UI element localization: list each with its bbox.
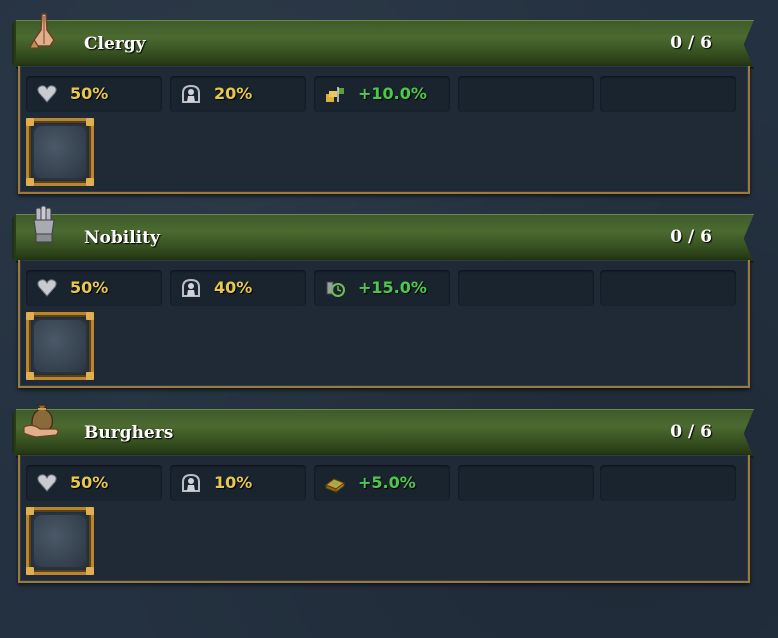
frame-corner bbox=[26, 118, 34, 126]
estate-name: Burghers bbox=[84, 423, 174, 443]
influence-icon bbox=[180, 278, 202, 298]
estate-body: 50% 20% +10.0% bbox=[18, 66, 750, 194]
bonus-value: +10.0% bbox=[358, 84, 427, 103]
estate-panel-burghers: Burghers 0 / 6 50% 10% +5.0% bbox=[12, 404, 754, 589]
loyalty-value: 50% bbox=[70, 473, 109, 492]
heart-icon bbox=[36, 278, 58, 298]
leader-portrait[interactable] bbox=[26, 118, 94, 186]
loyalty-stat[interactable]: 50% bbox=[26, 270, 162, 306]
estate-count: 0 / 6 bbox=[670, 33, 712, 53]
empty-slot bbox=[458, 465, 594, 501]
bonus-value: +15.0% bbox=[358, 278, 427, 297]
empty-slot bbox=[600, 76, 736, 112]
nobility-bonus-icon bbox=[324, 278, 346, 298]
estate-count: 0 / 6 bbox=[670, 422, 712, 442]
bonus-stat[interactable]: +10.0% bbox=[314, 76, 450, 112]
loyalty-value: 50% bbox=[70, 278, 109, 297]
estate-name: Clergy bbox=[84, 34, 146, 54]
influence-value: 20% bbox=[214, 84, 253, 103]
influence-stat[interactable]: 40% bbox=[170, 270, 306, 306]
frame-corner bbox=[86, 118, 94, 126]
heart-icon bbox=[36, 473, 58, 493]
clergy-bonus-icon bbox=[324, 84, 346, 104]
bonus-stat[interactable]: +15.0% bbox=[314, 270, 450, 306]
bonus-stat[interactable]: +5.0% bbox=[314, 465, 450, 501]
loyalty-value: 50% bbox=[70, 84, 109, 103]
estate-count: 0 / 6 bbox=[670, 227, 712, 247]
empty-slot bbox=[458, 270, 594, 306]
estate-body: 50% 10% +5.0% bbox=[18, 455, 750, 583]
frame-corner bbox=[26, 312, 34, 320]
estate-body: 50% 40% +15.0% bbox=[18, 260, 750, 388]
frame-corner bbox=[26, 372, 34, 380]
leader-portrait[interactable] bbox=[26, 312, 94, 380]
frame-corner bbox=[86, 372, 94, 380]
empty-slot bbox=[600, 270, 736, 306]
leader-portrait[interactable] bbox=[26, 507, 94, 575]
influence-icon bbox=[180, 473, 202, 493]
praying-hands-icon bbox=[22, 8, 66, 52]
estate-name: Nobility bbox=[84, 228, 160, 248]
frame-corner bbox=[86, 312, 94, 320]
gauntlet-icon bbox=[22, 202, 66, 246]
heart-icon bbox=[36, 84, 58, 104]
influence-value: 10% bbox=[214, 473, 253, 492]
empty-slot bbox=[600, 465, 736, 501]
loyalty-stat[interactable]: 50% bbox=[26, 465, 162, 501]
loyalty-stat[interactable]: 50% bbox=[26, 76, 162, 112]
money-bag-icon bbox=[22, 397, 66, 441]
frame-corner bbox=[26, 507, 34, 515]
frame-corner bbox=[86, 507, 94, 515]
estate-panel-nobility: Nobility 0 / 6 50% 40% +15.0% bbox=[12, 205, 754, 394]
influence-stat[interactable]: 20% bbox=[170, 76, 306, 112]
influence-icon bbox=[180, 84, 202, 104]
frame-corner bbox=[86, 178, 94, 186]
bonus-value: +5.0% bbox=[358, 473, 416, 492]
empty-slot bbox=[458, 76, 594, 112]
frame-corner bbox=[86, 567, 94, 575]
influence-value: 40% bbox=[214, 278, 253, 297]
frame-corner bbox=[26, 178, 34, 186]
estate-panel-clergy: Clergy 0 / 6 50% 20% +10.0% bbox=[12, 13, 754, 200]
frame-corner bbox=[26, 567, 34, 575]
burghers-bonus-icon bbox=[324, 473, 346, 493]
influence-stat[interactable]: 10% bbox=[170, 465, 306, 501]
